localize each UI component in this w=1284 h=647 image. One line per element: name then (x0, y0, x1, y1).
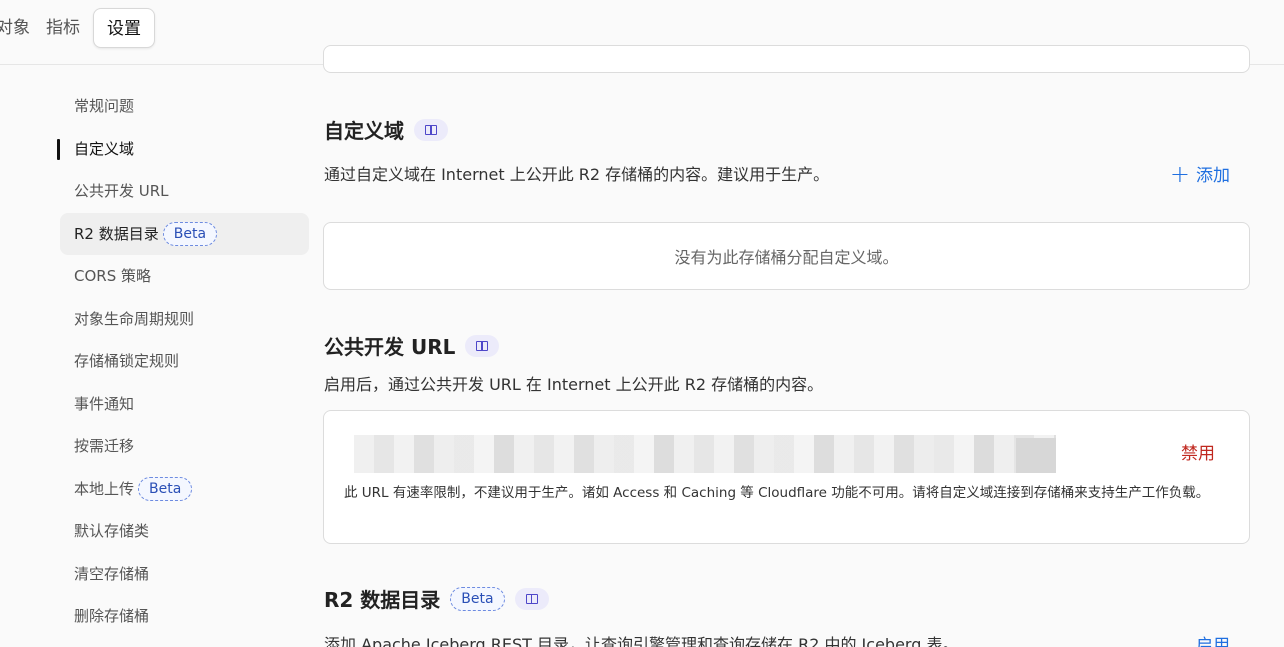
sidebar-item-bucket-lock[interactable]: 存储桶锁定规则 (60, 340, 309, 382)
section-title-text: 自定义域 (324, 119, 404, 143)
beta-badge: Beta (162, 221, 218, 246)
docs-icon[interactable] (414, 118, 448, 141)
sidebar-item-custom-domain[interactable]: 自定义域 (57, 128, 309, 170)
settings-sidebar: 常规问题 自定义域 公共开发 URL R2 数据目录 Beta CORS 策略 对… (0, 65, 310, 647)
section-title-text: R2 数据目录 (324, 588, 441, 612)
data-catalog-description: 添加 Apache Iceberg REST 目录，让查询引擎管理和查询存储在 … (324, 635, 959, 647)
settings-content: 自定义域 通过自定义域在 Internet 上公开此 R2 存储桶的内容。建议用… (323, 45, 1250, 647)
book-icon (476, 340, 489, 351)
empty-state-message: 没有为此存储桶分配自定义域。 (674, 248, 899, 267)
tab-objects[interactable]: 对象 (0, 8, 40, 48)
sidebar-item-label: 公共开发 URL (74, 182, 169, 200)
sidebar-item-delete-bucket[interactable]: 删除存储桶 (60, 595, 309, 637)
data-catalog-title: R2 数据目录 Beta (324, 584, 549, 613)
book-icon (525, 593, 538, 604)
book-icon (425, 124, 437, 135)
previous-section-card (323, 45, 1250, 73)
docs-icon[interactable] (514, 587, 549, 610)
sidebar-item-label: 存储桶锁定规则 (74, 352, 180, 370)
docs-icon[interactable] (465, 334, 500, 357)
sidebar-item-label: 按需迁移 (74, 437, 135, 455)
beta-badge: Beta (138, 476, 193, 501)
sidebar-item-cors[interactable]: CORS 策略 (60, 255, 309, 297)
sidebar-item-label: CORS 策略 (74, 267, 151, 285)
tab-metrics[interactable]: 指标 (36, 8, 90, 48)
enable-label: 启用 (1196, 636, 1230, 647)
sidebar-item-lifecycle[interactable]: 对象生命周期规则 (60, 298, 309, 340)
public-dev-url-card: 禁用 此 URL 有速率限制，不建议用于生产。诸如 Access 和 Cachi… (323, 410, 1250, 544)
custom-domain-description: 通过自定义域在 Internet 上公开此 R2 存储桶的内容。建议用于生产。 (324, 165, 830, 184)
add-custom-domain-button[interactable]: + 添加 (1169, 159, 1230, 188)
rate-limit-warning: 此 URL 有速率限制，不建议用于生产。诸如 Access 和 Caching … (344, 485, 1210, 501)
custom-domain-card: 没有为此存储桶分配自定义域。 (323, 222, 1250, 290)
sidebar-item-label: 常规问题 (74, 97, 135, 115)
section-title-text: 公共开发 URL (324, 335, 456, 359)
sidebar-item-event-notifications[interactable]: 事件通知 (60, 383, 309, 425)
public-dev-url-title: 公共开发 URL (324, 331, 500, 360)
settings-page: 对象 指标 设置 常规问题 自定义域 公共开发 URL R2 数据目录 Beta … (0, 0, 1284, 647)
enable-data-catalog-button[interactable]: 启用 (1196, 631, 1230, 647)
sidebar-item-empty-bucket[interactable]: 清空存储桶 (60, 553, 309, 595)
sidebar-item-label: 事件通知 (74, 395, 135, 413)
redacted-url (354, 435, 1056, 473)
sidebar-item-migration[interactable]: 按需迁移 (60, 425, 309, 467)
sidebar-item-label: 自定义域 (74, 140, 135, 158)
sidebar-item-label: 本地上传 (74, 480, 135, 498)
sidebar-item-label: R2 数据目录 (74, 225, 159, 243)
public-dev-url-description: 启用后，通过公共开发 URL 在 Internet 上公开此 R2 存储桶的内容… (324, 375, 824, 394)
beta-badge: Beta (450, 586, 505, 611)
sidebar-item-label: 对象生命周期规则 (74, 310, 195, 328)
custom-domain-title: 自定义域 (324, 115, 448, 144)
sidebar-item-default-storage-class[interactable]: 默认存储类 (60, 510, 309, 552)
sidebar-item-label: 删除存储桶 (74, 607, 150, 625)
sidebar-item-local-upload[interactable]: 本地上传 Beta (60, 468, 309, 510)
tab-settings[interactable]: 设置 (93, 8, 155, 48)
sidebar-item-public-dev-url[interactable]: 公共开发 URL (60, 170, 309, 212)
add-label: 添加 (1196, 166, 1230, 186)
sidebar-item-general[interactable]: 常规问题 (60, 85, 309, 127)
plus-icon: + (1169, 159, 1190, 188)
disable-button[interactable]: 禁用 (1181, 439, 1215, 464)
sidebar-item-label: 默认存储类 (74, 522, 150, 540)
sidebar-item-label: 清空存储桶 (74, 565, 150, 583)
sidebar-item-data-catalog[interactable]: R2 数据目录 Beta (60, 213, 309, 255)
